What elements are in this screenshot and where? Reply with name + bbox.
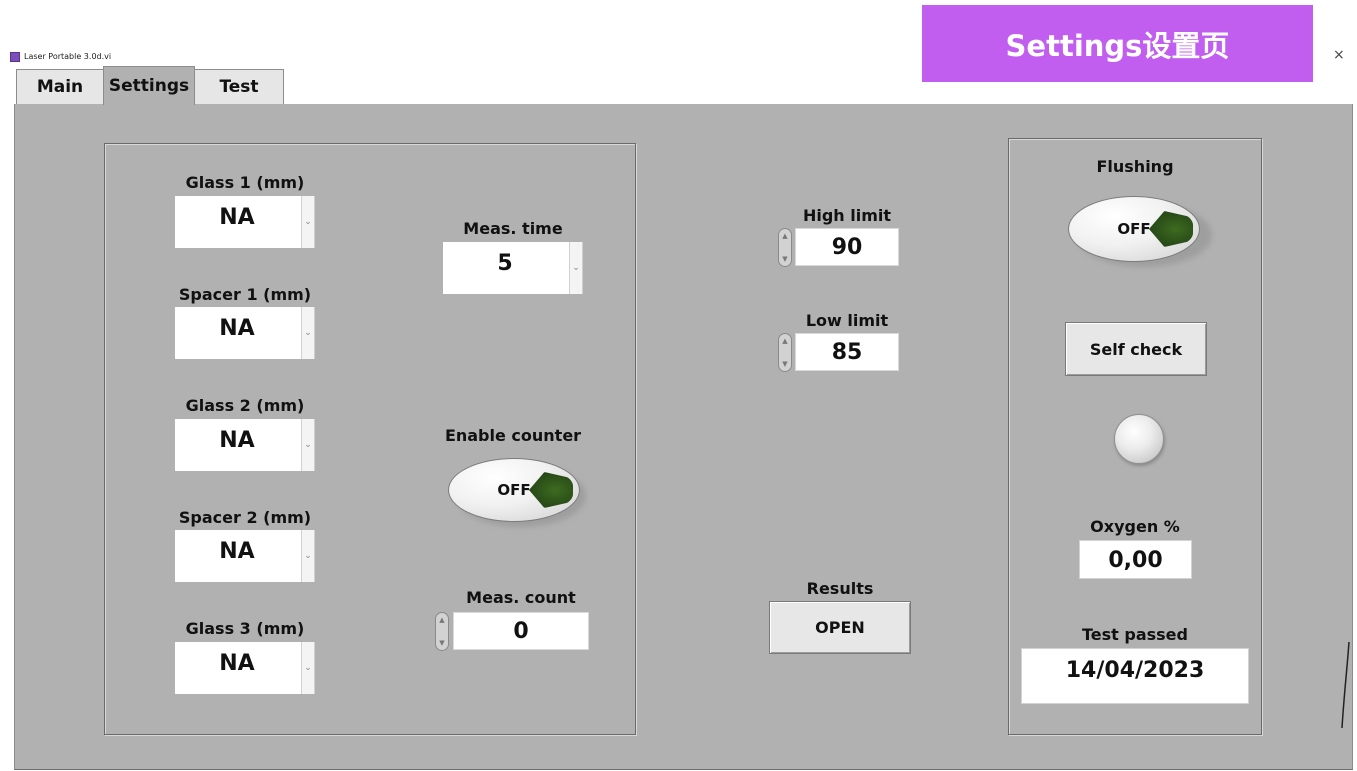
meas-time-value: 5 — [497, 251, 513, 276]
glass2-value: NA — [219, 428, 255, 453]
chevron-down-icon[interactable]: ⌄ — [301, 307, 314, 359]
flushing-state: OFF — [1117, 220, 1151, 238]
test-passed-label: Test passed — [1082, 625, 1188, 644]
high-limit-label: High limit — [802, 206, 892, 225]
spacer2-value: NA — [219, 539, 255, 564]
page-banner: Settings设置页 — [922, 5, 1313, 82]
enable-counter-label: Enable counter — [444, 426, 582, 445]
oxygen-label: Oxygen % — [1090, 517, 1180, 536]
chevron-down-icon[interactable]: ⌄ — [301, 419, 314, 471]
tab-main[interactable]: Main — [16, 69, 104, 104]
toggle-led-icon — [1149, 211, 1193, 247]
self-check-button[interactable]: Self check — [1065, 322, 1207, 376]
annotation-stroke — [1341, 641, 1350, 729]
meas-time-label: Meas. time — [463, 219, 563, 238]
glass2-dropdown[interactable]: NA ⌄ — [175, 419, 315, 471]
spacer1-value: NA — [219, 316, 255, 341]
spacer2-dropdown[interactable]: NA ⌄ — [175, 530, 315, 582]
flushing-toggle[interactable]: OFF — [1068, 196, 1200, 262]
meas-count-field[interactable]: 0 — [453, 612, 589, 650]
glass1-label: Glass 1 (mm) — [185, 173, 305, 192]
meas-time-dropdown[interactable]: 5 ⌄ — [443, 242, 583, 294]
flushing-label: Flushing — [1096, 157, 1174, 176]
enable-counter-toggle[interactable]: OFF — [448, 458, 580, 522]
glass2-label: Glass 2 (mm) — [185, 396, 305, 415]
up-down-spinner-icon[interactable]: ▲ ▼ — [778, 228, 792, 267]
glass3-label: Glass 3 (mm) — [185, 619, 305, 638]
oxygen-readout: 0,00 — [1079, 540, 1192, 579]
meas-count-label: Meas. count — [466, 588, 576, 607]
toggle-led-icon — [529, 472, 573, 508]
spacer1-dropdown[interactable]: NA ⌄ — [175, 307, 315, 359]
close-icon[interactable]: × — [1333, 47, 1345, 63]
up-down-spinner-icon[interactable]: ▲ ▼ — [435, 612, 449, 651]
led-indicator-icon — [1114, 414, 1164, 464]
tab-test[interactable]: Test — [194, 69, 284, 104]
chevron-down-icon[interactable]: ⌄ — [301, 642, 314, 694]
up-down-spinner-icon[interactable]: ▲ ▼ — [778, 333, 792, 372]
spacer1-label: Spacer 1 (mm) — [178, 285, 312, 304]
glass3-dropdown[interactable]: NA ⌄ — [175, 642, 315, 694]
results-label: Results — [806, 579, 874, 598]
glass3-value: NA — [219, 651, 255, 676]
chevron-down-icon[interactable]: ⌄ — [569, 242, 582, 294]
test-passed-date: 14/04/2023 — [1021, 648, 1249, 704]
enable-counter-state: OFF — [497, 481, 531, 499]
high-limit-field[interactable]: 90 — [795, 228, 899, 266]
chevron-down-icon[interactable]: ⌄ — [301, 530, 314, 582]
spacer2-label: Spacer 2 (mm) — [178, 508, 312, 527]
window-title: Laser Portable 3.0d.vi — [24, 52, 112, 61]
glass1-value: NA — [219, 205, 255, 230]
low-limit-field[interactable]: 85 — [795, 333, 899, 371]
glass1-dropdown[interactable]: NA ⌄ — [175, 196, 315, 248]
chevron-down-icon[interactable]: ⌄ — [301, 196, 314, 248]
tab-settings[interactable]: Settings — [103, 66, 195, 105]
results-open-button[interactable]: OPEN — [769, 601, 911, 654]
low-limit-label: Low limit — [805, 311, 889, 330]
app-icon — [10, 52, 20, 62]
